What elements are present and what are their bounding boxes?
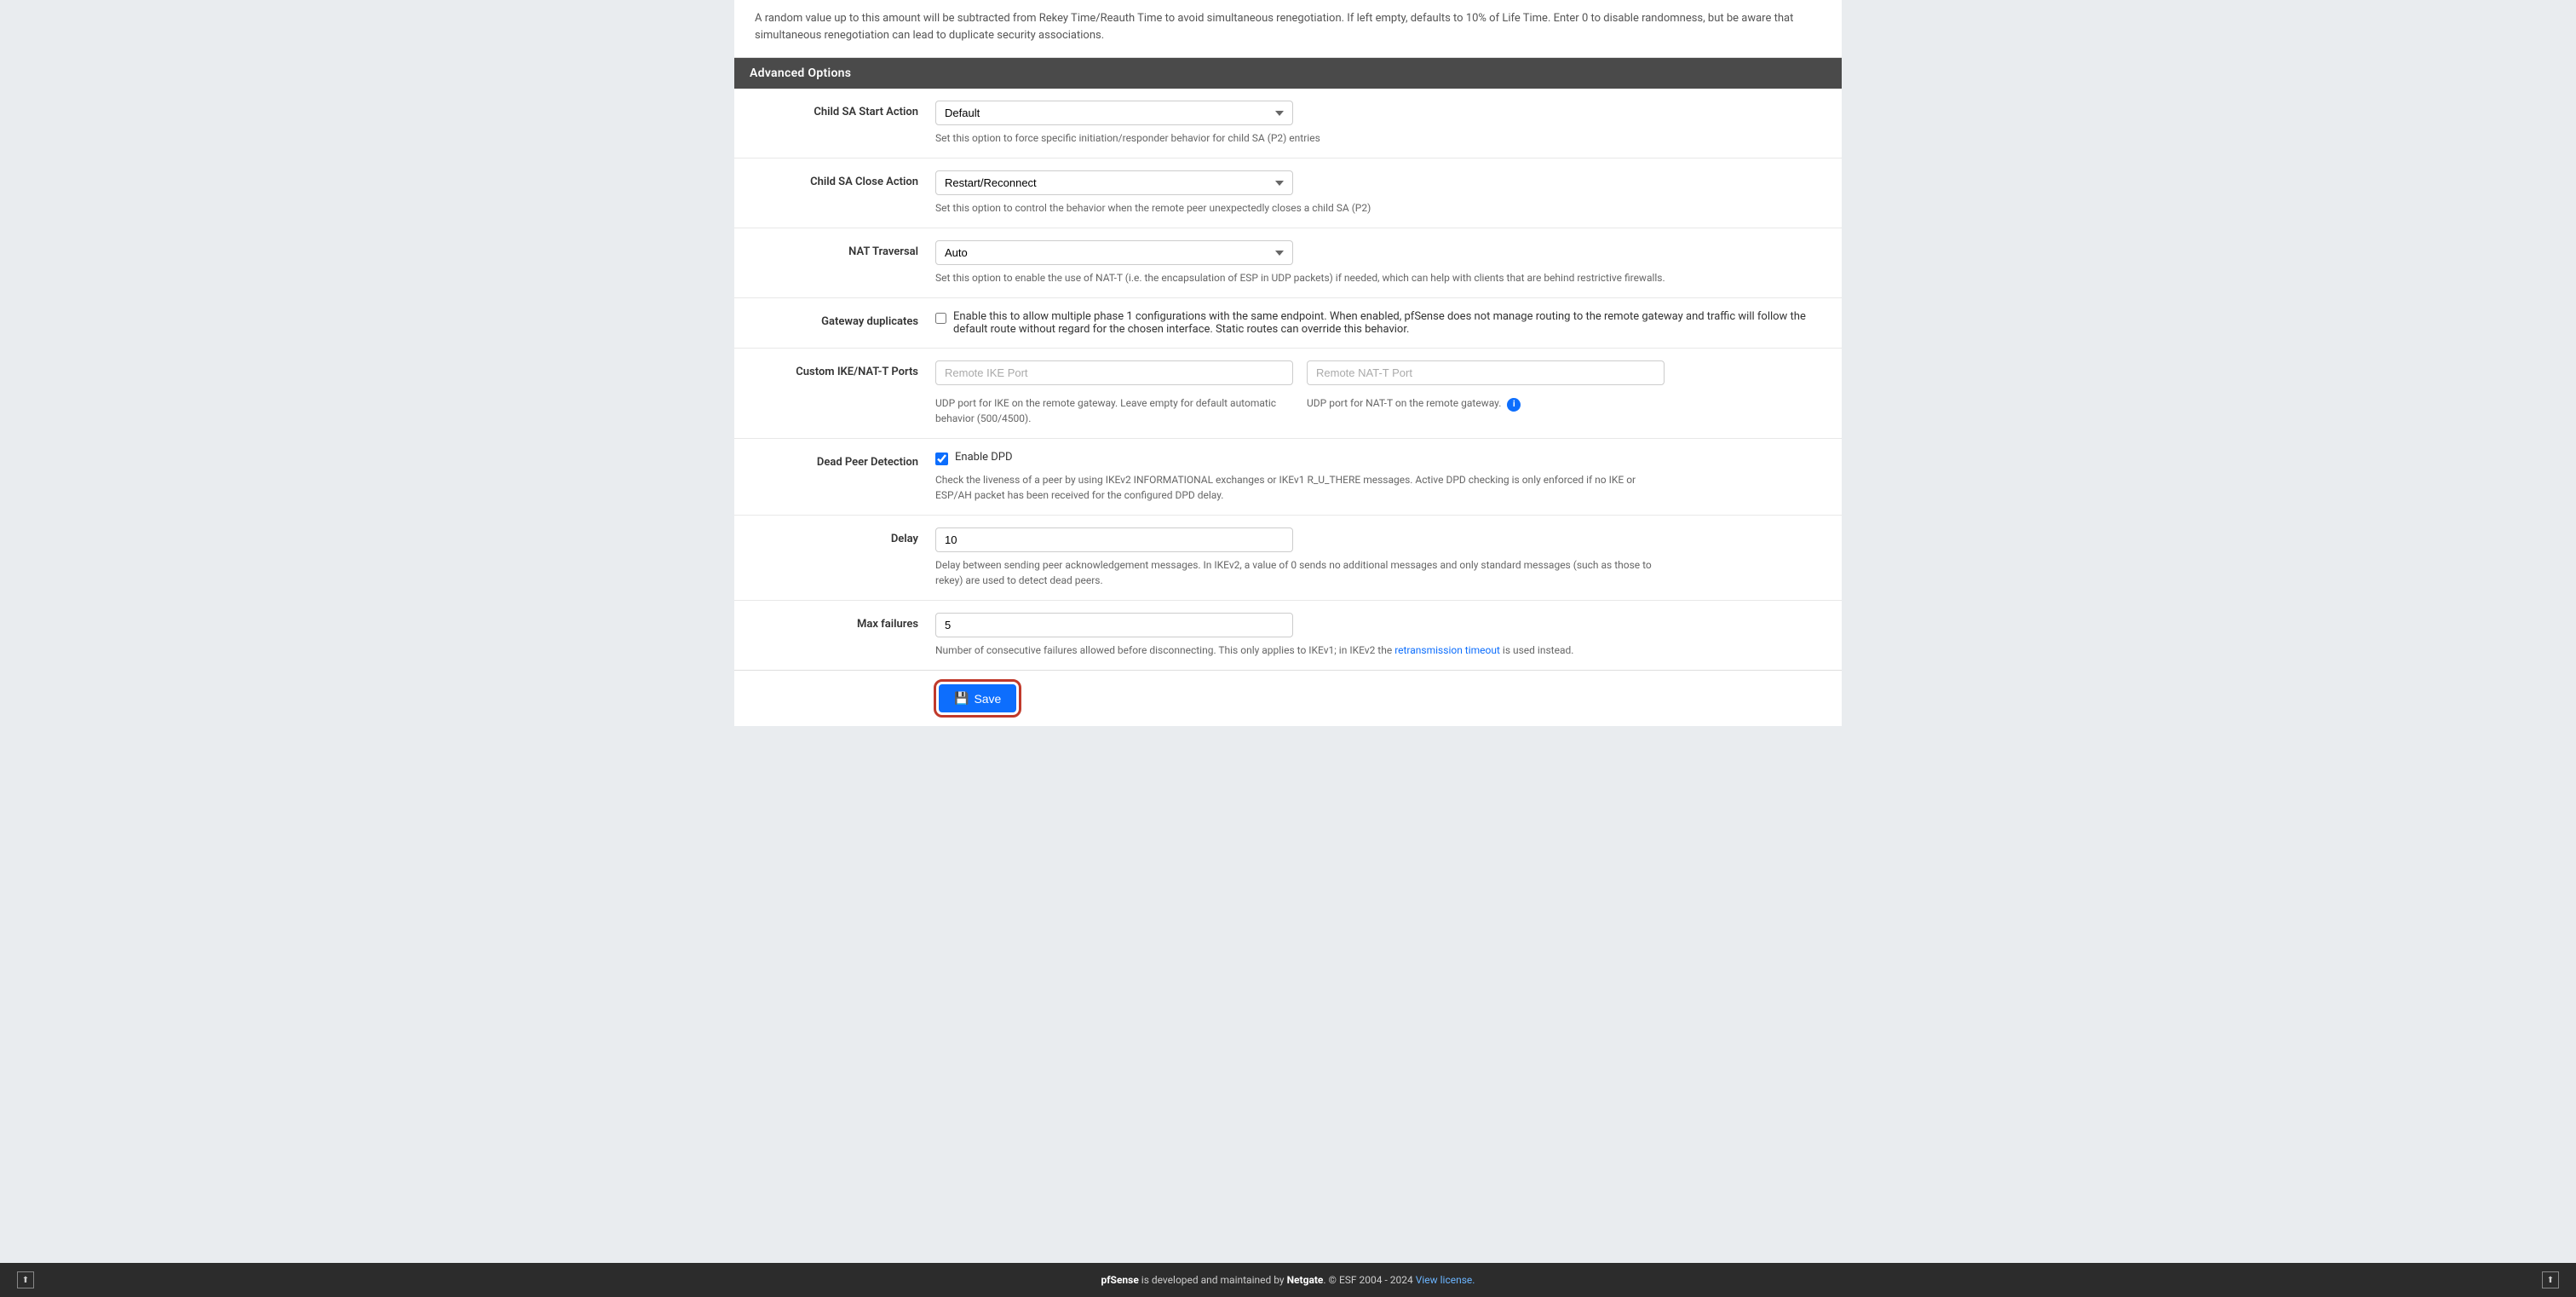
- delay-help: Delay between sending peer acknowledgeme…: [935, 557, 1668, 588]
- child-sa-start-control: Default None Start Trap Set this option …: [935, 101, 1828, 146]
- dead-peer-detection-label: Dead Peer Detection: [748, 451, 935, 469]
- dead-peer-checkbox-row: Enable DPD: [935, 451, 1828, 465]
- dead-peer-detection-row: Dead Peer Detection Enable DPD Check the…: [734, 439, 1842, 516]
- footer-right-icon[interactable]: ⬆: [2542, 1271, 2559, 1288]
- save-icon: 💾: [954, 691, 969, 706]
- remote-nat-port-input[interactable]: [1307, 360, 1665, 385]
- nat-traversal-control: Auto Force Disable Set this option to en…: [935, 240, 1828, 285]
- gateway-duplicates-checkbox-label: Enable this to allow multiple phase 1 co…: [953, 310, 1828, 336]
- gateway-duplicates-checkbox[interactable]: [935, 312, 946, 325]
- child-sa-close-help: Set this option to control the behavior …: [935, 200, 1668, 216]
- footer-text: pfSense is developed and maintained by N…: [1101, 1274, 1475, 1286]
- child-sa-close-control: Restart/Reconnect None Start Trap Set th…: [935, 170, 1828, 216]
- custom-ike-nat-label: Custom IKE/NAT-T Ports: [748, 360, 935, 378]
- dual-help-container: UDP port for IKE on the remote gateway. …: [935, 390, 1828, 426]
- save-area: 💾 Save: [734, 670, 1842, 726]
- nat-traversal-select[interactable]: Auto Force Disable: [935, 240, 1293, 265]
- gateway-duplicates-row: Gateway duplicates Enable this to allow …: [734, 298, 1842, 349]
- max-failures-help: Number of consecutive failures allowed b…: [935, 643, 1668, 658]
- child-sa-start-select[interactable]: Default None Start Trap: [935, 101, 1293, 125]
- dead-peer-checkbox[interactable]: [935, 453, 948, 465]
- remote-ike-port-input[interactable]: [935, 360, 1293, 385]
- footer-center: pfSense is developed and maintained by N…: [34, 1274, 2542, 1286]
- gateway-duplicates-label: Gateway duplicates: [748, 310, 935, 328]
- child-sa-close-row: Child SA Close Action Restart/Reconnect …: [734, 159, 1842, 228]
- child-sa-start-label: Child SA Start Action: [748, 101, 935, 118]
- save-button[interactable]: 💾 Save: [939, 684, 1016, 712]
- dead-peer-detection-control: Enable DPD Check the liveness of a peer …: [935, 451, 1828, 503]
- delay-label: Delay: [748, 527, 935, 545]
- retransmission-timeout-link[interactable]: retransmission timeout: [1394, 644, 1500, 656]
- nat-traversal-help: Set this option to enable the use of NAT…: [935, 270, 1668, 285]
- child-sa-close-label: Child SA Close Action: [748, 170, 935, 188]
- delay-control: Delay between sending peer acknowledgeme…: [935, 527, 1828, 588]
- advanced-options-form: Child SA Start Action Default None Start…: [734, 89, 1842, 670]
- footer: ⬆ pfSense is developed and maintained by…: [0, 1263, 2576, 1297]
- view-license-link[interactable]: View license.: [1416, 1274, 1475, 1286]
- delay-input[interactable]: [935, 527, 1293, 552]
- gateway-duplicates-control: Enable this to allow multiple phase 1 co…: [935, 310, 1828, 336]
- gateway-duplicates-checkbox-row: Enable this to allow multiple phase 1 co…: [935, 310, 1828, 336]
- max-failures-row: Max failures Number of consecutive failu…: [734, 601, 1842, 670]
- child-sa-start-help: Set this option to force specific initia…: [935, 130, 1668, 146]
- nat-port-help: UDP port for NAT-T on the remote gateway…: [1307, 395, 1665, 426]
- nat-port-info-icon[interactable]: i: [1507, 398, 1521, 412]
- delay-row: Delay Delay between sending peer acknowl…: [734, 516, 1842, 601]
- max-failures-input[interactable]: [935, 613, 1293, 637]
- child-sa-start-row: Child SA Start Action Default None Start…: [734, 89, 1842, 159]
- nat-traversal-row: NAT Traversal Auto Force Disable Set thi…: [734, 228, 1842, 298]
- max-failures-control: Number of consecutive failures allowed b…: [935, 613, 1828, 658]
- child-sa-close-select[interactable]: Restart/Reconnect None Start Trap: [935, 170, 1293, 195]
- top-info-text: A random value up to this amount will be…: [734, 0, 1842, 58]
- custom-ike-nat-row: Custom IKE/NAT-T Ports UDP port for IKE …: [734, 349, 1842, 439]
- ike-port-help: UDP port for IKE on the remote gateway. …: [935, 395, 1293, 426]
- advanced-options-header: Advanced Options: [734, 58, 1842, 89]
- max-failures-label: Max failures: [748, 613, 935, 631]
- footer-left-icon[interactable]: ⬆: [17, 1271, 34, 1288]
- dead-peer-help: Check the liveness of a peer by using IK…: [935, 472, 1668, 503]
- custom-ike-nat-control: UDP port for IKE on the remote gateway. …: [935, 360, 1828, 426]
- nat-traversal-label: NAT Traversal: [748, 240, 935, 258]
- dead-peer-checkbox-label: Enable DPD: [955, 451, 1012, 464]
- dual-inputs-container: [935, 360, 1828, 385]
